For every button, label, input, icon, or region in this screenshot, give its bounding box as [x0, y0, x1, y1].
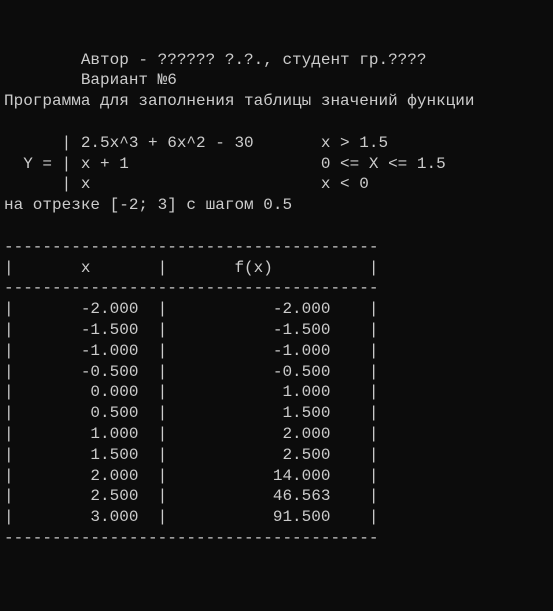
- console-line: Вариант №6: [4, 70, 549, 91]
- console-line: | -1.000 | -1.000 |: [4, 341, 549, 362]
- console-line: | -1.500 | -1.500 |: [4, 320, 549, 341]
- console-line: | 2.5x^3 + 6x^2 - 30 x > 1.5: [4, 133, 549, 154]
- console-line: | x | f(x) |: [4, 258, 549, 279]
- console-line: Автор - ?????? ?.?., студент гр.????: [4, 50, 549, 71]
- console-line: | 0.500 | 1.500 |: [4, 403, 549, 424]
- console-line: | 3.000 | 91.500 |: [4, 507, 549, 528]
- console-line: | 1.500 | 2.500 |: [4, 445, 549, 466]
- console-line: ---------------------------------------: [4, 528, 549, 549]
- console-output: Автор - ?????? ?.?., студент гр.???? Вар…: [4, 50, 549, 549]
- console-line: | 2.000 | 14.000 |: [4, 466, 549, 487]
- console-line: Программа для заполнения таблицы значени…: [4, 91, 549, 112]
- console-line: [4, 216, 549, 237]
- console-line: | 2.500 | 46.563 |: [4, 486, 549, 507]
- console-line: | -2.000 | -2.000 |: [4, 299, 549, 320]
- console-line: Y = | x + 1 0 <= X <= 1.5: [4, 154, 549, 175]
- console-line: | -0.500 | -0.500 |: [4, 362, 549, 383]
- console-line: | x x < 0: [4, 174, 549, 195]
- console-line: ---------------------------------------: [4, 237, 549, 258]
- console-line: на отрезке [-2; 3] c шагом 0.5: [4, 195, 549, 216]
- console-line: [4, 112, 549, 133]
- console-line: ---------------------------------------: [4, 278, 549, 299]
- console-line: | 0.000 | 1.000 |: [4, 382, 549, 403]
- console-line: | 1.000 | 2.000 |: [4, 424, 549, 445]
